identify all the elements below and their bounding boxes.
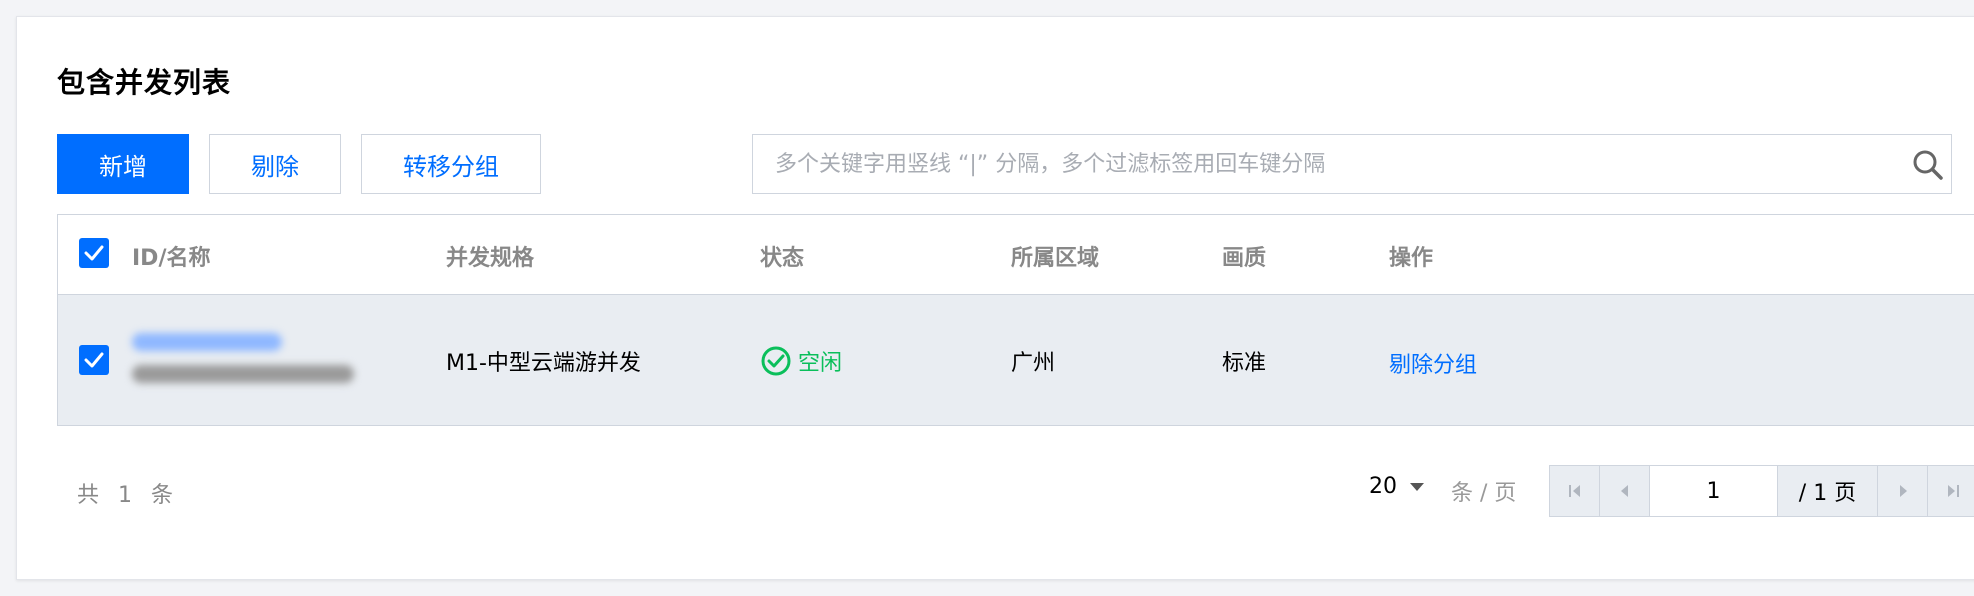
panel-title: 包含并发列表 <box>57 66 232 99</box>
spec-cell: M1-中型云端游并发 <box>446 351 641 376</box>
checkmark-icon <box>84 245 104 261</box>
total-pages-label: / 1 页 <box>1778 466 1878 516</box>
total-count: 共 1 条 <box>77 483 179 508</box>
prev-page-button[interactable] <box>1600 466 1650 516</box>
caret-down-icon <box>1410 482 1424 491</box>
page-size-select[interactable]: 20 <box>1369 474 1425 499</box>
remove-button[interactable]: 剔除 <box>209 134 341 194</box>
next-page-button[interactable] <box>1878 466 1928 516</box>
quality-cell: 标准 <box>1222 351 1267 376</box>
prev-page-icon <box>1620 485 1628 497</box>
column-header-status: 状态 <box>760 246 805 271</box>
concurrency-table: ID/名称 并发规格 状态 所属区域 画质 操作 M1-中型云端游并发 空闲 广… <box>57 214 1974 426</box>
status-text: 空闲 <box>798 351 843 376</box>
per-page-label: 条 / 页 <box>1451 481 1517 506</box>
page-size-value: 20 <box>1369 474 1397 499</box>
check-circle-icon <box>761 346 791 376</box>
instance-id-redacted <box>132 365 354 383</box>
add-button[interactable]: 新增 <box>57 134 189 194</box>
first-page-button[interactable] <box>1550 466 1600 516</box>
pagination: / 1 页 <box>1549 465 1974 517</box>
remove-from-group-link[interactable]: 剔除分组 <box>1389 347 1477 379</box>
checkmark-icon <box>84 352 104 368</box>
instance-name-redacted[interactable] <box>132 333 282 351</box>
next-page-icon <box>1899 485 1907 497</box>
search-input[interactable] <box>753 135 1951 193</box>
search-icon[interactable] <box>1911 148 1945 182</box>
region-cell: 广州 <box>1011 351 1056 376</box>
select-all-checkbox[interactable] <box>79 238 109 268</box>
column-header-spec: 并发规格 <box>446 246 535 271</box>
concurrency-list-panel: 包含并发列表 新增 剔除 转移分组 ID/名称 并发规格 状态 所属区域 画质 … <box>16 16 1974 580</box>
row-checkbox[interactable] <box>79 345 109 375</box>
table-header: ID/名称 并发规格 状态 所属区域 画质 操作 <box>58 215 1974 295</box>
column-header-quality: 画质 <box>1222 246 1267 271</box>
column-header-id-name: ID/名称 <box>132 246 211 271</box>
table-row[interactable]: M1-中型云端游并发 空闲 广州 标准 剔除分组 <box>58 295 1974 425</box>
move-group-button[interactable]: 转移分组 <box>361 134 541 194</box>
last-page-button[interactable] <box>1928 466 1974 516</box>
page-number-input[interactable] <box>1650 466 1778 516</box>
search-box <box>752 134 1952 194</box>
last-page-icon <box>1948 485 1959 497</box>
column-header-actions: 操作 <box>1389 246 1434 271</box>
status-cell: 空闲 <box>760 345 842 377</box>
first-page-icon <box>1568 485 1580 497</box>
column-header-region: 所属区域 <box>1011 246 1100 271</box>
